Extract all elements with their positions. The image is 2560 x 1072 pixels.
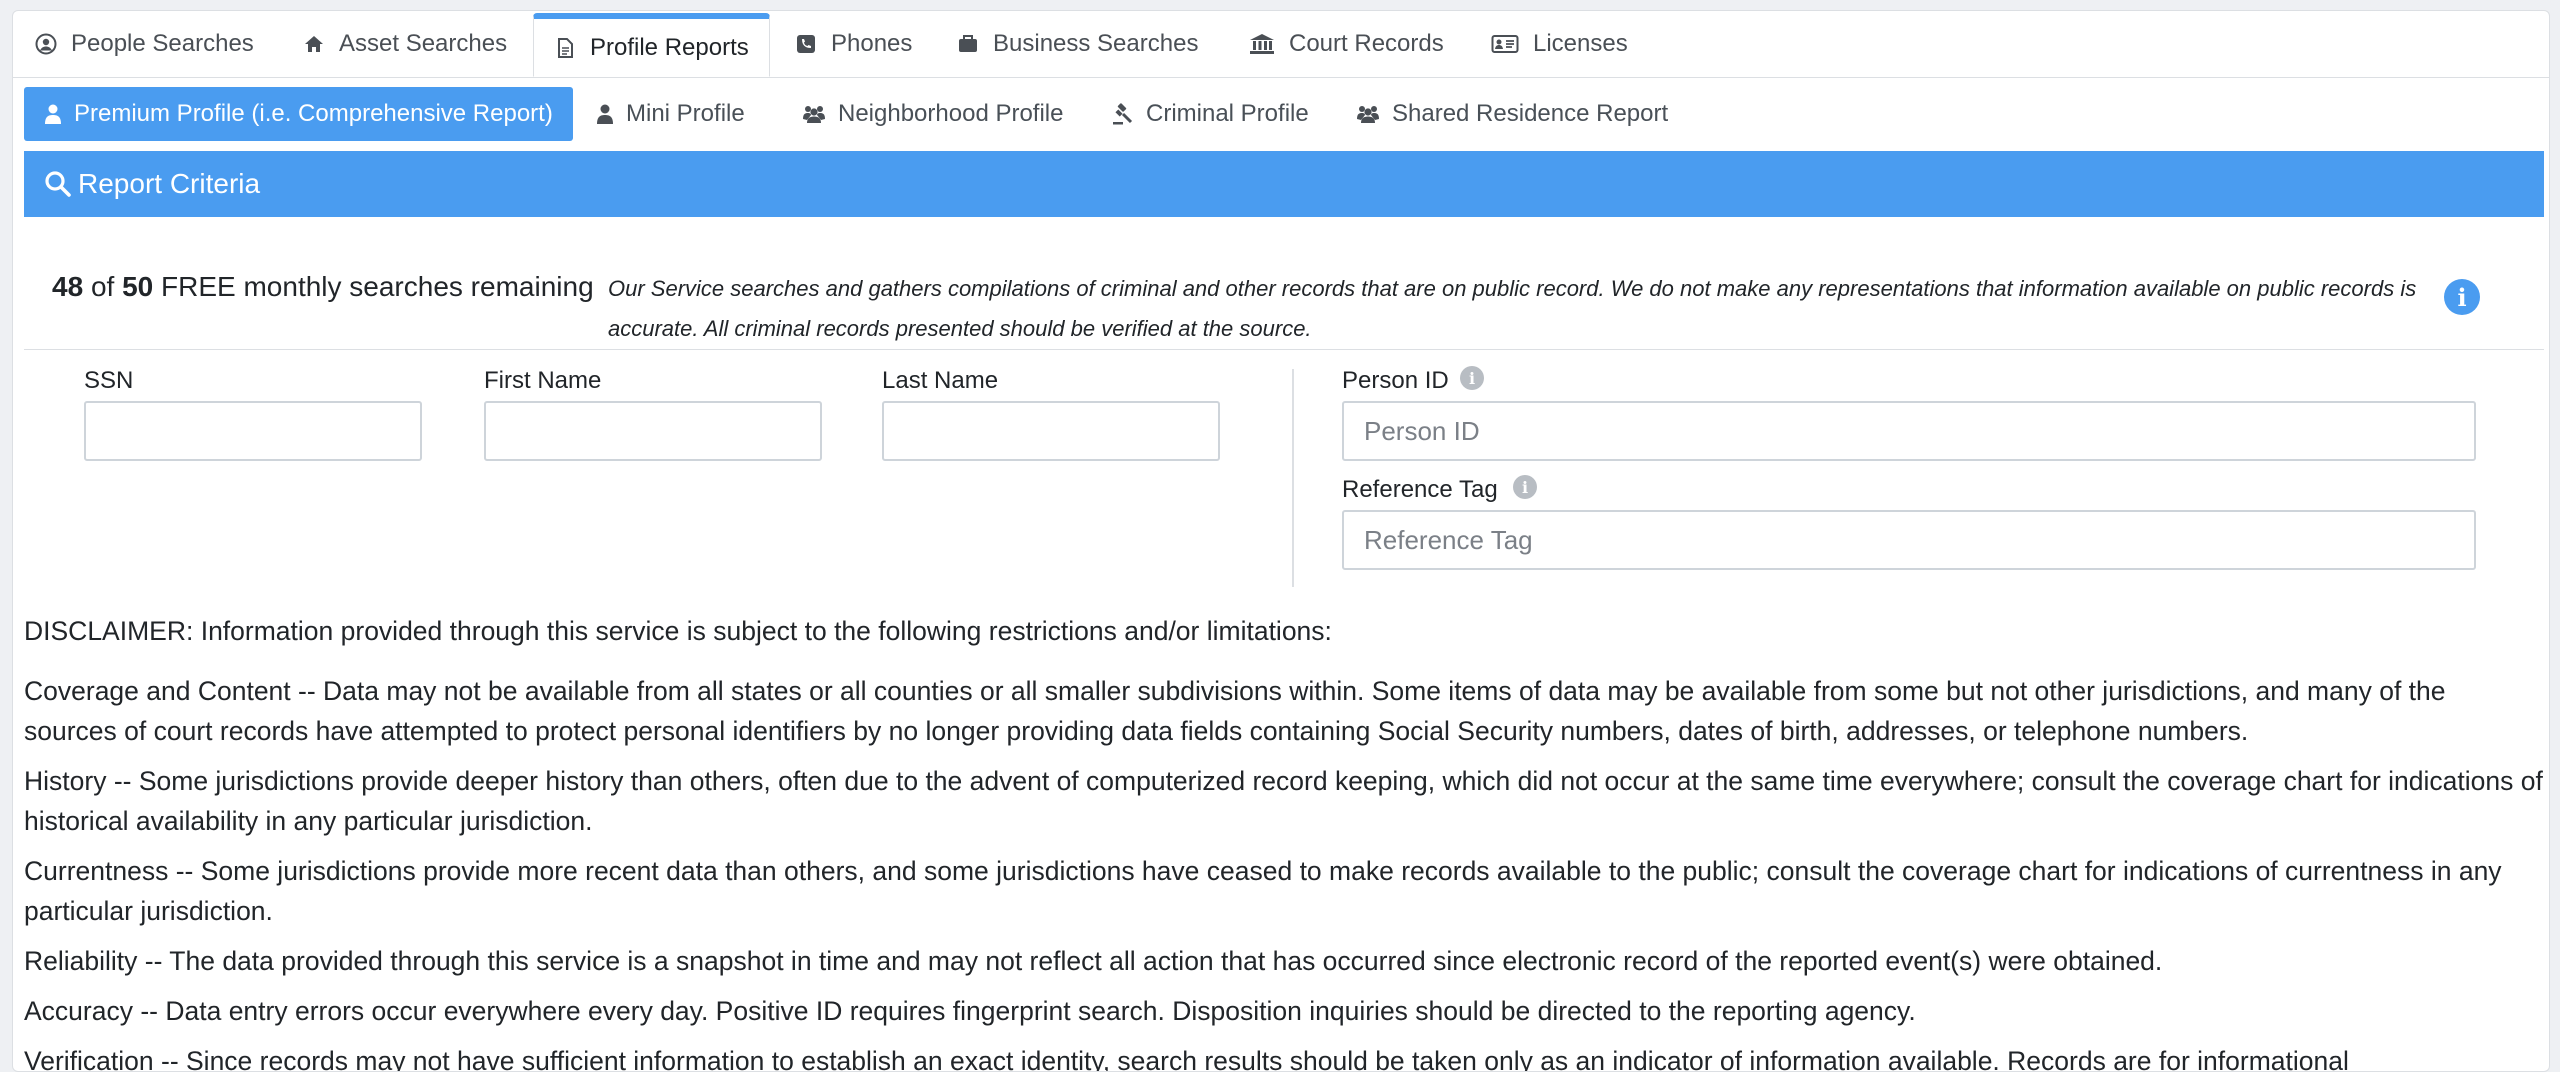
tab-label: Licenses <box>1533 30 1628 57</box>
first-name-input[interactable] <box>484 401 822 461</box>
bank-icon <box>1249 33 1275 55</box>
tab-people-searches[interactable]: People Searches <box>35 11 254 77</box>
tab-label: Criminal Profile <box>1146 100 1309 127</box>
person-id-label: Person ID <box>1342 367 1449 394</box>
searches-of-word: of <box>90 271 115 302</box>
ssn-label: SSN <box>84 367 134 394</box>
file-icon <box>554 37 576 59</box>
tab-mini-profile[interactable]: Mini Profile <box>596 87 745 141</box>
gavel-icon <box>1112 103 1134 125</box>
tab-label: Profile Reports <box>590 33 749 61</box>
tab-label: Neighborhood Profile <box>838 100 1064 127</box>
info-icon[interactable]: i <box>2444 279 2480 315</box>
disclaimer-reliability: Reliability -- The data provided through… <box>24 946 2163 976</box>
report-panel: People Searches Asset Searches Profile R… <box>12 10 2550 1072</box>
form-divider <box>1292 369 1294 587</box>
reference-tag-input[interactable] <box>1342 510 2476 570</box>
id-card-icon <box>1491 33 1519 55</box>
disclaimer-accuracy: Accuracy -- Data entry errors occur ever… <box>24 996 1916 1026</box>
user-circle-icon <box>35 33 57 55</box>
first-name-label: First Name <box>484 367 602 394</box>
user-icon <box>44 103 62 125</box>
tab-label: Asset Searches <box>339 30 508 57</box>
public-record-notice: Our Service searches and gathers compila… <box>608 276 2417 341</box>
tab-label: Court Records <box>1289 30 1444 57</box>
disclaimer-section: DISCLAIMER: Information provided through… <box>24 611 2544 1072</box>
phone-icon <box>795 33 817 55</box>
profile-type-tabs: Premium Profile (i.e. Comprehensive Repo… <box>24 87 2544 141</box>
tab-profile-reports[interactable]: Profile Reports <box>533 13 770 77</box>
tab-neighborhood-profile[interactable]: Neighborhood Profile <box>802 87 1063 141</box>
searches-total-count: 50 <box>122 271 154 302</box>
user-icon <box>596 103 614 125</box>
tab-label: Premium Profile (i.e. Comprehensive Repo… <box>74 100 553 127</box>
users-icon <box>802 103 826 125</box>
tab-licenses[interactable]: Licenses <box>1491 11 1628 77</box>
searches-used-count: 48 <box>52 271 84 302</box>
tab-shared-residence-report[interactable]: Shared Residence Report <box>1356 87 1668 141</box>
search-icon <box>44 170 72 198</box>
tab-court-records[interactable]: Court Records <box>1249 11 1444 77</box>
disclaimer-coverage: Coverage and Content -- Data may not be … <box>24 676 2446 746</box>
disclaimer-verification: Verification -- Since records may not ha… <box>24 1046 2349 1072</box>
person-id-help-icon[interactable]: i <box>1460 366 1484 390</box>
person-id-input[interactable] <box>1342 401 2476 461</box>
tab-criminal-profile[interactable]: Criminal Profile <box>1112 87 1309 141</box>
ssn-input[interactable] <box>84 401 422 461</box>
searches-remaining: 48 of 50 FREE monthly searches remaining <box>52 271 594 303</box>
tab-label: Shared Residence Report <box>1392 100 1669 127</box>
tab-premium-profile[interactable]: Premium Profile (i.e. Comprehensive Repo… <box>24 87 573 141</box>
search-info-row: 48 of 50 FREE monthly searches remaining… <box>24 217 2544 350</box>
tab-phones[interactable]: Phones <box>795 11 912 77</box>
home-icon <box>303 33 325 55</box>
disclaimer-currentness: Currentness -- Some jurisdictions provid… <box>24 856 2502 926</box>
disclaimer-history: History -- Some jurisdictions provide de… <box>24 766 2543 836</box>
tab-label: People Searches <box>71 30 254 57</box>
report-criteria-header: Report Criteria <box>24 151 2544 217</box>
disclaimer-heading: DISCLAIMER: Information provided through… <box>24 616 1332 646</box>
users-icon <box>1356 103 1380 125</box>
report-criteria-title: Report Criteria <box>78 168 261 199</box>
briefcase-icon <box>957 33 979 55</box>
tab-label: Phones <box>831 30 913 57</box>
tab-label: Mini Profile <box>626 100 745 127</box>
searches-remaining-label: FREE monthly searches remaining <box>161 271 594 302</box>
tab-asset-searches[interactable]: Asset Searches <box>303 11 507 77</box>
tab-label: Business Searches <box>993 30 1199 57</box>
last-name-input[interactable] <box>882 401 1220 461</box>
last-name-label: Last Name <box>882 367 999 394</box>
reference-tag-label: Reference Tag <box>1342 476 1498 503</box>
tab-business-searches[interactable]: Business Searches <box>957 11 1198 77</box>
top-tab-bar: People Searches Asset Searches Profile R… <box>13 11 2549 78</box>
reference-tag-help-icon[interactable]: i <box>1513 475 1537 499</box>
